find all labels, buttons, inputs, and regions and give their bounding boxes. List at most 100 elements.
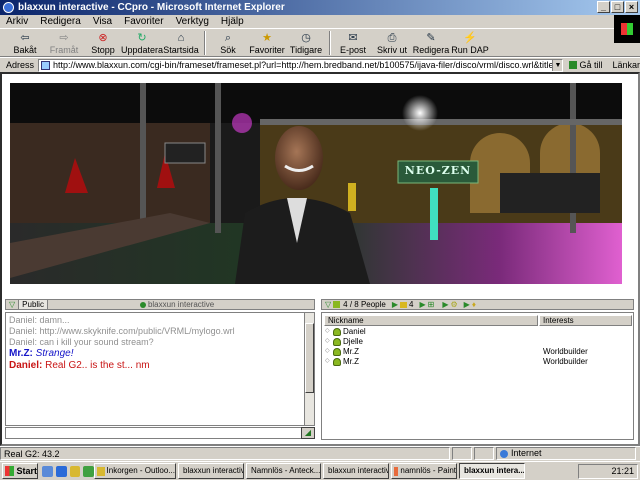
- task-blaxxun-active[interactable]: blaxxun intera...: [459, 463, 525, 479]
- play-icon[interactable]: ▶: [419, 300, 425, 309]
- forward-button[interactable]: ⇨ Framåt: [45, 30, 83, 55]
- chat-user: Daniel:: [9, 337, 38, 347]
- vrml-3d-scene[interactable]: NEO-ZEN: [10, 83, 622, 284]
- stop-icon: ⊗: [98, 32, 108, 44]
- address-label: Adress: [6, 60, 35, 70]
- refresh-button[interactable]: ↻ Uppdatera: [121, 30, 163, 55]
- desktop-icon[interactable]: [42, 465, 53, 477]
- send-button[interactable]: ◢: [301, 427, 315, 439]
- task-blaxxun-2[interactable]: blaxxun interactiv...: [323, 463, 389, 479]
- chat-input[interactable]: [5, 427, 303, 439]
- chat-user: Daniel:: [9, 315, 38, 325]
- menu-hjalp[interactable]: Hjälp: [221, 16, 244, 27]
- menu-visa[interactable]: Visa: [93, 16, 112, 27]
- edit-button[interactable]: ✎ Redigera: [412, 30, 450, 55]
- list-item[interactable]: ◇ Daniel: [322, 327, 622, 336]
- maximize-button[interactable]: □: [611, 1, 624, 13]
- menu-redigera[interactable]: Redigera: [40, 16, 81, 27]
- list-item[interactable]: ◇ Mr.Z Worldbuilder: [322, 357, 622, 366]
- favorites-icon: ★: [262, 32, 272, 44]
- chat-line: Mr.Z: Strange!: [9, 348, 311, 360]
- tools-icon[interactable]: ⚙: [450, 300, 457, 309]
- menu-arkiv[interactable]: Arkiv: [6, 16, 28, 27]
- column-header-nickname[interactable]: Nickname: [324, 315, 538, 326]
- address-input[interactable]: http://www.blaxxun.com/cgi-bin/frameset/…: [38, 58, 564, 72]
- paint-icon: [394, 466, 399, 476]
- menu-verktyg[interactable]: Verktyg: [176, 16, 209, 27]
- quick-launch: [38, 465, 94, 477]
- system-tray: 21:21: [578, 464, 638, 479]
- history-button[interactable]: ◷ Tidigare: [287, 30, 325, 55]
- task-blaxxun-1[interactable]: blaxxun interactiv...: [178, 463, 244, 479]
- blaxxun-brand-icon: [139, 301, 146, 308]
- chat-text: Strange!: [35, 348, 74, 359]
- tray-clock[interactable]: 21:21: [611, 466, 634, 476]
- people-list[interactable]: Nickname Interests ◇ Daniel ◇ Djelle ◇ Mr.Z…: [321, 312, 634, 440]
- play-icon[interactable]: ▶: [392, 300, 398, 309]
- play-icon[interactable]: ▶: [442, 300, 448, 309]
- tab-count: 4: [409, 300, 414, 309]
- favorites-button[interactable]: ★ Favoriter: [248, 30, 286, 55]
- task-paint[interactable]: namnlös - Paint: [391, 463, 457, 479]
- truss-pillar: [215, 83, 221, 233]
- edit-icon: ✎: [426, 32, 436, 44]
- expand-icon[interactable]: ◇: [325, 327, 330, 336]
- go-button[interactable]: Gå till: [569, 60, 602, 70]
- search-button[interactable]: ⌕ Sök: [209, 30, 247, 55]
- expand-icon[interactable]: ◇: [325, 337, 330, 346]
- ie-app-icon[interactable]: [3, 2, 14, 13]
- title-bar: blaxxun interactive - CCpro - Microsoft …: [0, 0, 640, 15]
- media-icon[interactable]: [83, 465, 94, 477]
- chat-text: Real G2.. is the st... nm: [45, 360, 150, 371]
- links-button[interactable]: Länkar: [612, 60, 640, 70]
- home-icon: ⌂: [177, 32, 185, 44]
- print-button[interactable]: ⎙ Skriv ut: [373, 30, 411, 55]
- window-controls: _ □ ×: [597, 1, 638, 13]
- avatar-icon: [333, 327, 341, 336]
- chat-user: Mr.Z:: [9, 348, 33, 359]
- list-item[interactable]: ◇ Mr.Z Worldbuilder: [322, 347, 622, 356]
- people-toggle-icon[interactable]: ▽: [325, 300, 331, 309]
- avatar-icon: [333, 337, 341, 346]
- address-dropdown-button[interactable]: ▼: [552, 59, 563, 71]
- play-icon[interactable]: ▶: [464, 300, 470, 309]
- chat-line: Daniel: damn...: [9, 315, 311, 326]
- folder-icon[interactable]: [400, 301, 408, 308]
- run-dap-button[interactable]: ⚡ Run DAP: [451, 30, 489, 55]
- minimize-button[interactable]: _: [597, 1, 610, 13]
- windows-logo-icon: [5, 466, 15, 476]
- ie-icon[interactable]: [55, 465, 67, 477]
- mail-button[interactable]: ✉ E-post: [334, 30, 372, 55]
- column-header-interests[interactable]: Interests: [539, 315, 632, 326]
- address-bar: Adress http://www.blaxxun.com/cgi-bin/fr…: [0, 57, 640, 72]
- task-notepad[interactable]: Namnlös - Anteck...: [246, 463, 321, 479]
- start-button[interactable]: Start: [2, 463, 38, 479]
- taskbar: Start Inkorgen - Outloo... blaxxun inter…: [0, 461, 640, 480]
- avatar-icon: [333, 347, 341, 356]
- chat-scrollbar-thumb[interactable]: [305, 323, 314, 393]
- chat-scrollbar[interactable]: [304, 313, 314, 425]
- menu-favoriter[interactable]: Favoriter: [124, 16, 163, 27]
- truss-pillar: [140, 83, 146, 233]
- expand-icon[interactable]: ◇: [325, 347, 330, 356]
- list-item[interactable]: ◇ Djelle: [322, 337, 622, 346]
- info-icon[interactable]: ♦: [472, 300, 476, 309]
- stop-button[interactable]: ⊗ Stopp: [84, 30, 122, 55]
- home-button[interactable]: ⌂ Startsida: [162, 30, 200, 55]
- window-title: blaxxun interactive - CCpro - Microsoft …: [18, 2, 285, 13]
- expand-icon[interactable]: ◇: [325, 357, 330, 366]
- chat-text: damn...: [39, 315, 70, 325]
- chat-log[interactable]: Daniel: damn... Daniel: http://www.skykn…: [5, 312, 315, 426]
- blaxxun-brand-label: blaxxun interactive: [147, 300, 215, 309]
- close-button[interactable]: ×: [625, 1, 638, 13]
- back-button[interactable]: ⇦ Bakåt: [6, 30, 44, 55]
- chat-toggle-icon[interactable]: ▽: [9, 300, 15, 309]
- people-count: 4 / 8 People: [343, 300, 386, 309]
- world-icon[interactable]: ⊞: [428, 300, 435, 309]
- people-icon: [333, 301, 341, 308]
- outlook-icon[interactable]: [69, 465, 81, 477]
- status-bar: Real G2: 43.2 Internet: [0, 446, 640, 461]
- history-icon: ◷: [301, 32, 311, 44]
- task-outlook[interactable]: Inkorgen - Outloo...: [94, 463, 176, 479]
- toolbar-separator: [329, 31, 331, 55]
